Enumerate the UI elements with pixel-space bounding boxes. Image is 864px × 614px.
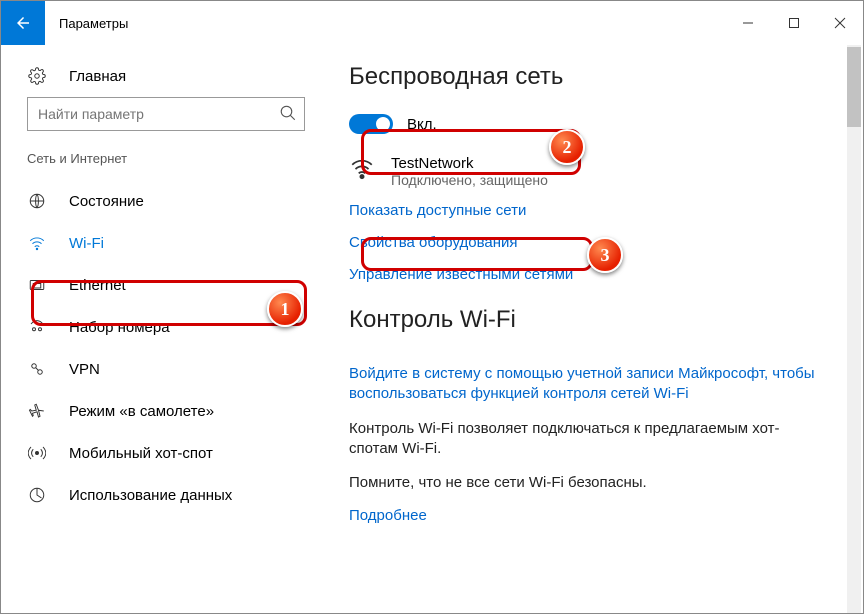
sidebar-section-label: Сеть и Интернет — [1, 145, 331, 180]
dialup-icon — [27, 317, 47, 337]
sidebar-item-data-usage[interactable]: Использование данных — [1, 474, 331, 516]
back-button[interactable] — [1, 1, 45, 45]
wifi-toggle-row: Вкл. — [349, 107, 835, 141]
page-heading: Беспроводная сеть — [349, 63, 835, 91]
globe-icon — [27, 191, 47, 211]
window-controls — [725, 1, 863, 45]
para-wifi-warning: Помните, что не все сети Wi-Fi безопасны… — [349, 473, 819, 493]
scrollbar-track[interactable] — [847, 45, 861, 613]
airplane-icon — [27, 401, 47, 421]
sidebar: Главная Сеть и Интернет Состояние Wi-Fi … — [1, 45, 331, 613]
sidebar-item-hotspot[interactable]: Мобильный хот-спот — [1, 432, 331, 474]
sidebar-item-airplane[interactable]: Режим «в самолете» — [1, 390, 331, 432]
sidebar-item-dialup[interactable]: Набор номера — [1, 306, 331, 348]
vpn-icon — [27, 359, 47, 379]
sidebar-item-home[interactable]: Главная — [1, 55, 331, 97]
data-usage-icon — [27, 485, 47, 505]
link-show-networks[interactable]: Показать доступные сети — [349, 202, 526, 219]
close-button[interactable] — [817, 1, 863, 45]
content-area: Беспроводная сеть Вкл. TestNetwork Подкл… — [331, 45, 863, 613]
sidebar-item-label: Набор номера — [69, 319, 170, 336]
link-hardware-properties[interactable]: Свойства оборудования — [349, 234, 518, 251]
connected-network-row[interactable]: TestNetwork Подключено, защищено — [349, 155, 835, 188]
sidebar-item-label: VPN — [69, 361, 100, 378]
ethernet-icon — [27, 275, 47, 295]
section-heading: Контроль Wi-Fi — [349, 306, 835, 334]
search-box — [27, 97, 305, 131]
sidebar-item-label: Главная — [69, 68, 126, 85]
link-manage-known-networks[interactable]: Управление известными сетями — [349, 266, 573, 283]
gear-icon — [27, 66, 47, 86]
wifi-toggle[interactable] — [349, 114, 393, 134]
sidebar-item-wifi[interactable]: Wi-Fi — [1, 222, 331, 264]
sidebar-item-label: Состояние — [69, 193, 144, 210]
titlebar: Параметры — [1, 1, 863, 45]
sidebar-item-label: Мобильный хот-спот — [69, 445, 213, 462]
sidebar-item-label: Ethernet — [69, 277, 126, 294]
link-signin-microsoft[interactable]: Войдите в систему с помощью учетной запи… — [349, 364, 819, 405]
minimize-button[interactable] — [725, 1, 771, 45]
sidebar-item-label: Wi-Fi — [69, 235, 104, 252]
search-input[interactable] — [27, 97, 305, 131]
wifi-toggle-label: Вкл. — [407, 116, 437, 133]
sidebar-item-vpn[interactable]: VPN — [1, 348, 331, 390]
window-title: Параметры — [45, 1, 128, 45]
sidebar-item-label: Режим «в самолете» — [69, 403, 214, 420]
maximize-button[interactable] — [771, 1, 817, 45]
wifi-icon — [349, 155, 377, 183]
scrollbar-thumb[interactable] — [847, 47, 861, 127]
link-more-info[interactable]: Подробнее — [349, 507, 427, 524]
search-icon — [279, 104, 297, 122]
wifi-icon — [27, 233, 47, 253]
arrow-left-icon — [14, 14, 32, 32]
network-name: TestNetwork — [391, 155, 548, 172]
sidebar-item-status[interactable]: Состояние — [1, 180, 331, 222]
hotspot-icon — [27, 443, 47, 463]
sidebar-item-label: Использование данных — [69, 487, 232, 504]
network-status: Подключено, защищено — [391, 172, 548, 188]
sidebar-item-ethernet[interactable]: Ethernet — [1, 264, 331, 306]
para-wifi-control-desc: Контроль Wi-Fi позволяет подключаться к … — [349, 419, 819, 460]
